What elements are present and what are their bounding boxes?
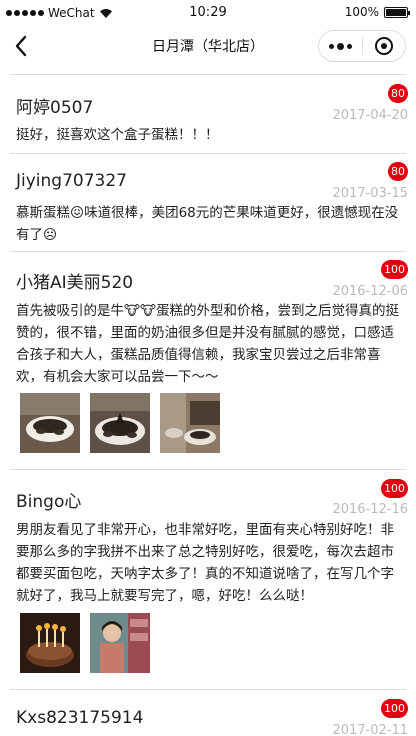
score-badge: 80 bbox=[388, 84, 408, 103]
review-text: 挺好，挺喜欢这个盒子蛋糕！！！ bbox=[16, 127, 219, 143]
review-date: 2016-12-06 bbox=[332, 284, 408, 299]
mini-program-capsule bbox=[318, 30, 406, 62]
review-date: 2017-02-11 bbox=[332, 723, 408, 736]
review-photo[interactable] bbox=[90, 613, 150, 673]
battery-icon bbox=[384, 6, 410, 18]
score-badge: 100 bbox=[381, 479, 408, 498]
review-photo[interactable] bbox=[20, 393, 80, 453]
review-item: Bingo心 100 2016-12-16 男朋友看见了非常开心，也非常好吃，里… bbox=[0, 470, 416, 690]
list-top-divider bbox=[10, 74, 406, 75]
score-badge: 100 bbox=[381, 699, 408, 718]
review-item: Kxs823175914 100 2017-02-11 bbox=[0, 690, 416, 736]
battery-status: 100% bbox=[344, 5, 410, 19]
score-badge: 100 bbox=[381, 260, 408, 279]
score-badge: 80 bbox=[388, 162, 408, 181]
review-list[interactable]: 阿婷0507 80 2017-04-20 挺好，挺喜欢这个盒子蛋糕！！！ Jiy… bbox=[0, 66, 416, 736]
review-username: Kxs823175914 bbox=[16, 708, 144, 728]
more-menu-button[interactable] bbox=[319, 31, 362, 61]
review-text: 首先被吸引的是牛🐮🐮蛋糕的外型和价格，尝到之后觉得真的挺赞的，很不错，里面的奶油… bbox=[16, 303, 399, 385]
review-date: 2017-03-15 bbox=[332, 186, 408, 201]
status-bar: WeChat 10:29 100% bbox=[0, 0, 416, 26]
review-photo[interactable] bbox=[20, 613, 80, 673]
battery-percent: 100% bbox=[344, 5, 379, 19]
review-text: 慕斯蛋糕😖味道很棒，美团68元的芒果味道更好，很遗憾现在没有了☹ bbox=[16, 205, 399, 243]
review-photos bbox=[20, 613, 150, 673]
review-item: 小猪AI美丽520 100 2016-12-06 首先被吸引的是牛🐮🐮蛋糕的外型… bbox=[0, 252, 416, 470]
review-username: 阿婷0507 bbox=[16, 98, 94, 118]
review-photo[interactable] bbox=[160, 393, 220, 453]
close-circle-icon bbox=[374, 37, 393, 55]
review-text: 男朋友看见了非常开心，也非常好吃，里面有夹心特别好吃！非要那么多的字我拼不出来了… bbox=[16, 522, 394, 604]
review-username: 小猪AI美丽520 bbox=[16, 273, 134, 293]
review-username: Bingo心 bbox=[16, 492, 82, 512]
review-item: 阿婷0507 80 2017-04-20 挺好，挺喜欢这个盒子蛋糕！！！ bbox=[0, 76, 416, 154]
review-photos bbox=[20, 393, 220, 453]
close-button[interactable] bbox=[363, 31, 405, 61]
review-photo[interactable] bbox=[90, 393, 150, 453]
navigation-bar: 日月潭（华北店） bbox=[0, 26, 416, 66]
review-date: 2016-12-16 bbox=[332, 502, 408, 517]
review-username: Jiying707327 bbox=[16, 171, 127, 191]
review-item: Jiying707327 80 2017-03-15 慕斯蛋糕😖味道很棒，美团6… bbox=[0, 154, 416, 252]
review-date: 2017-04-20 bbox=[332, 108, 408, 123]
